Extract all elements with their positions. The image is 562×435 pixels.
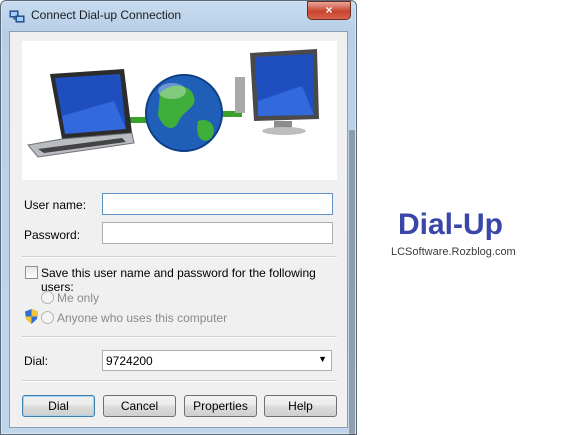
brand-subtitle: LCSoftware.Rozblog.com	[391, 246, 516, 258]
help-button[interactable]: Help	[264, 395, 337, 417]
dial-number-combobox[interactable]: 9724200 ▼	[102, 350, 332, 371]
properties-button[interactable]: Properties	[184, 395, 257, 417]
laptop-globe-monitor-illustration	[22, 41, 337, 180]
close-button[interactable]: ×	[307, 1, 351, 20]
username-label: User name:	[24, 198, 87, 212]
separator	[22, 256, 337, 258]
password-label: Password:	[24, 228, 81, 242]
save-credentials-checkbox[interactable]	[25, 266, 38, 279]
me-only-radio[interactable]	[41, 291, 54, 304]
dial-button[interactable]: Dial	[22, 395, 95, 417]
close-icon: ×	[325, 3, 333, 17]
anyone-radio[interactable]	[41, 311, 54, 324]
brand-title: Dial-Up	[398, 208, 503, 241]
save-credentials-label: Save this user name and password for the…	[41, 266, 316, 294]
background-window-edge	[349, 130, 355, 435]
anyone-label: Anyone who uses this computer	[57, 311, 228, 325]
dial-up-dialog: Connect Dial-up Connection × User name: …	[0, 0, 357, 435]
dialog-client-area: User name: Password: Save this user name…	[9, 31, 348, 428]
uac-shield-icon	[25, 309, 38, 324]
dial-number-value: 9724200	[106, 354, 153, 368]
window-title: Connect Dial-up Connection	[31, 8, 182, 22]
dial-label: Dial:	[24, 354, 49, 368]
me-only-label: Me only	[57, 291, 100, 305]
username-input[interactable]	[102, 193, 333, 215]
password-input[interactable]	[102, 222, 333, 244]
separator	[22, 380, 337, 382]
network-connection-icon	[9, 10, 25, 23]
chevron-down-icon[interactable]: ▼	[318, 354, 327, 364]
title-bar[interactable]: Connect Dial-up Connection ×	[1, 1, 356, 31]
cancel-button[interactable]: Cancel	[103, 395, 176, 417]
separator	[22, 336, 337, 338]
